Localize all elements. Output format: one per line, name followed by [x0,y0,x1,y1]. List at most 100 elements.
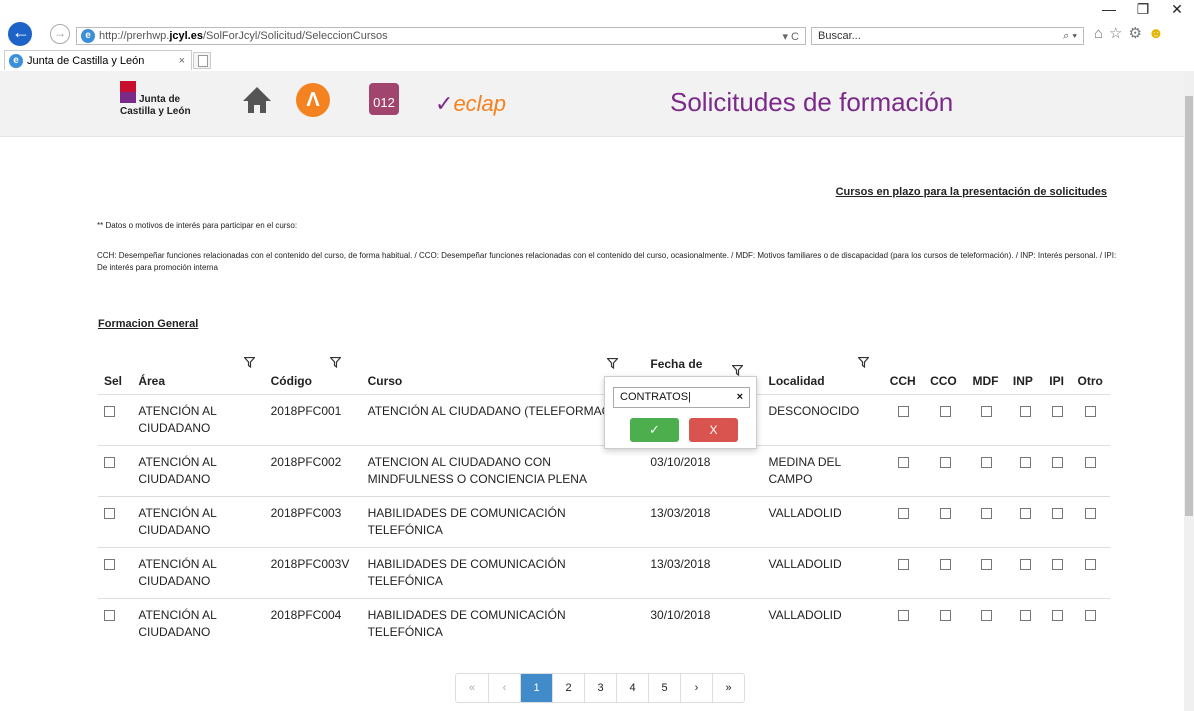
cco-checkbox[interactable] [939,558,951,570]
mdf-checkbox[interactable] [981,609,993,621]
pager-page[interactable]: 2 [552,674,584,702]
cco-cell [924,495,967,547]
close-window-button[interactable]: ✕ [1160,0,1194,18]
cch-cell [883,546,925,598]
icon-012[interactable]: 012 [369,83,399,115]
ipi-cell [1043,597,1072,649]
pager-next[interactable]: › [680,674,712,702]
cch-checkbox[interactable] [898,405,910,417]
back-button[interactable] [8,22,32,46]
sel-cell [98,393,133,445]
codigo-cell: 2018PFC002 [264,444,362,496]
pager-page[interactable]: 4 [616,674,648,702]
cco-checkbox[interactable] [939,456,951,468]
pager-page[interactable]: 3 [584,674,616,702]
browser-tab[interactable]: e Junta de Castilla y León × [4,50,192,70]
filter-icon[interactable] [857,357,869,368]
pager-page[interactable]: 1 [520,674,552,702]
browser-tool-icons[interactable]: ⌂☆⚙☻ [1094,24,1170,42]
select-checkbox[interactable] [104,507,115,519]
url-text: http://prerhwp.jcyl.es/SolForJcyl/Solici… [99,30,388,42]
select-checkbox[interactable] [104,456,115,468]
page-scrollbar[interactable] [1184,71,1194,711]
pager-prev[interactable]: ‹ [488,674,520,702]
cco-cell [924,444,967,496]
col-curso[interactable]: Curso [362,355,645,394]
col-sel: Sel [104,373,123,388]
forward-button[interactable] [50,24,70,44]
ipi-cell [1043,444,1072,496]
inp-checkbox[interactable] [1019,609,1031,621]
inp-checkbox[interactable] [1019,507,1031,519]
inp-checkbox[interactable] [1019,405,1031,417]
otro-checkbox[interactable] [1085,609,1097,621]
ipi-checkbox[interactable] [1051,558,1063,570]
filter-input[interactable]: CONTRATOS| × [613,387,750,408]
col-area[interactable]: Área [132,355,264,394]
mdf-checkbox[interactable] [981,456,993,468]
filter-icon[interactable] [329,357,341,368]
jcyl-logo[interactable]: Junta de Castilla y León [120,81,191,117]
sel-cell [98,546,133,598]
orange-app-icon[interactable]: Λ [296,83,330,117]
codigo-cell: 2018PFC003 [264,495,362,547]
col-localidad[interactable]: Localidad [763,355,884,394]
curso-cell: HABILIDADES DE COMUNICACIÓN TELEFÓNICA [361,495,645,547]
ipi-checkbox[interactable] [1051,405,1063,417]
ipi-checkbox[interactable] [1051,609,1063,621]
filter-icon[interactable] [244,357,256,368]
localidad-cell: DESCONOCIDO [762,393,884,445]
otro-checkbox[interactable] [1085,558,1097,570]
inp-cell [1006,597,1044,649]
ipi-checkbox[interactable] [1051,456,1063,468]
filter-icon[interactable] [732,365,744,376]
pager-last[interactable]: » [712,674,744,702]
inp-checkbox[interactable] [1019,456,1031,468]
clear-filter-icon[interactable]: × [737,388,743,407]
browser-search-input[interactable]: Buscar... ⌕ ▾ [811,27,1084,45]
select-checkbox[interactable] [104,609,115,621]
apply-filter-button[interactable]: ✓ [630,418,679,442]
eclap-logo[interactable]: ✓eclap [435,91,506,117]
fecha-cell: 03/10/2018 [644,444,763,496]
pager-first[interactable]: « [456,674,488,702]
home-icon[interactable] [241,85,273,115]
section-title[interactable]: Formacion General [98,318,198,330]
minimize-button[interactable]: — [1092,0,1126,18]
curso-cell: ATENCIÓN AL CIUDADANO (TELEFORMACIÓN) [361,393,645,445]
col-codigo[interactable]: Código [265,355,362,394]
mdf-checkbox[interactable] [981,558,993,570]
scrollbar-thumb[interactable] [1185,96,1193,516]
cch-checkbox[interactable] [898,558,910,570]
select-checkbox[interactable] [104,405,115,417]
courses-in-period-link[interactable]: Cursos en plazo para la presentación de … [836,186,1107,198]
pager-page[interactable]: 5 [648,674,680,702]
otro-checkbox[interactable] [1085,405,1097,417]
mdf-checkbox[interactable] [981,405,993,417]
cch-checkbox[interactable] [898,456,910,468]
otro-checkbox[interactable] [1085,456,1097,468]
select-checkbox[interactable] [104,558,115,570]
search-icon[interactable]: ⌕ ▾ [1063,28,1077,44]
mdf-checkbox[interactable] [981,507,993,519]
notes-legend: CCH: Desempeñar funciones relacionadas c… [97,251,1117,272]
new-tab-button[interactable] [193,52,211,69]
sel-cell [98,597,133,649]
cco-checkbox[interactable] [939,507,951,519]
cco-checkbox[interactable] [939,405,951,417]
otro-checkbox[interactable] [1085,507,1097,519]
codigo-cell: 2018PFC004 [264,597,362,649]
cch-checkbox[interactable] [898,609,910,621]
inp-checkbox[interactable] [1019,558,1031,570]
tab-close-icon[interactable]: × [179,55,191,67]
filter-icon-active[interactable] [606,358,618,369]
otro-cell [1071,495,1110,547]
cancel-filter-button[interactable]: X [689,418,738,442]
refresh-icon[interactable]: ▾ C [782,30,805,43]
ipi-checkbox[interactable] [1051,507,1063,519]
cco-checkbox[interactable] [939,609,951,621]
cch-checkbox[interactable] [898,507,910,519]
cch-cell [883,444,925,496]
restore-button[interactable]: ❐ [1126,0,1160,18]
address-bar[interactable]: e http://prerhwp.jcyl.es/SolForJcyl/Soli… [76,27,806,45]
